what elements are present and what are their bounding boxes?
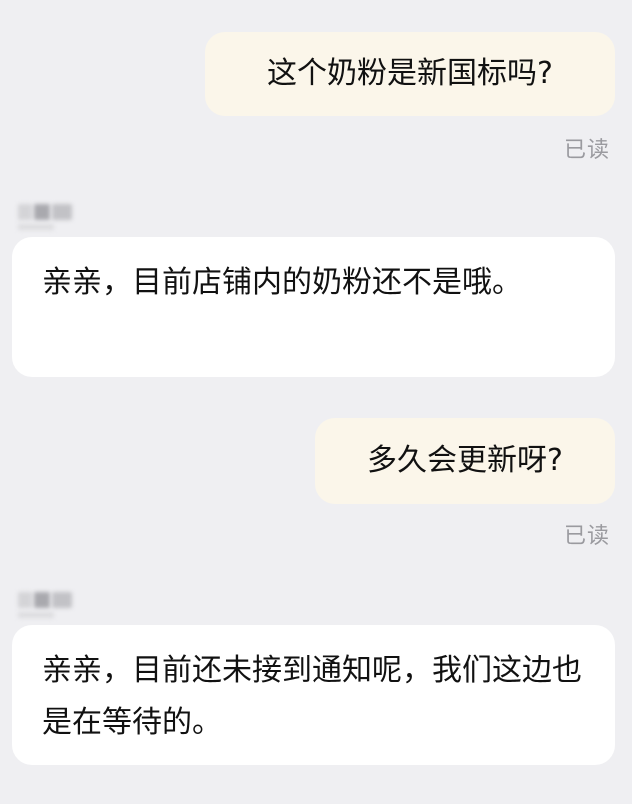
blurred-sender-name <box>18 592 74 618</box>
outgoing-message-bubble[interactable]: 多久会更新呀? <box>315 418 615 504</box>
incoming-message-bubble[interactable]: 亲亲，目前还未接到通知呢，我们这边也是在等待的。 <box>12 625 615 765</box>
message-text: 亲亲，目前店铺内的奶粉还不是哦。 <box>42 265 522 300</box>
message-text: 这个奶粉是新国标吗? <box>267 56 553 91</box>
blurred-sender-name <box>18 204 74 230</box>
message-text: 多久会更新呀? <box>367 443 563 478</box>
chat-conversation: 这个奶粉是新国标吗? 已读 亲亲，目前店铺内的奶粉还不是哦。 多久会更新呀? 已… <box>0 0 632 804</box>
outgoing-message-bubble[interactable]: 这个奶粉是新国标吗? <box>205 32 615 116</box>
message-text: 亲亲，目前还未接到通知呢，我们这边也是在等待的。 <box>42 653 582 740</box>
read-status: 已读 <box>563 524 610 549</box>
read-status: 已读 <box>563 138 610 163</box>
incoming-message-bubble[interactable]: 亲亲，目前店铺内的奶粉还不是哦。 <box>12 237 615 377</box>
